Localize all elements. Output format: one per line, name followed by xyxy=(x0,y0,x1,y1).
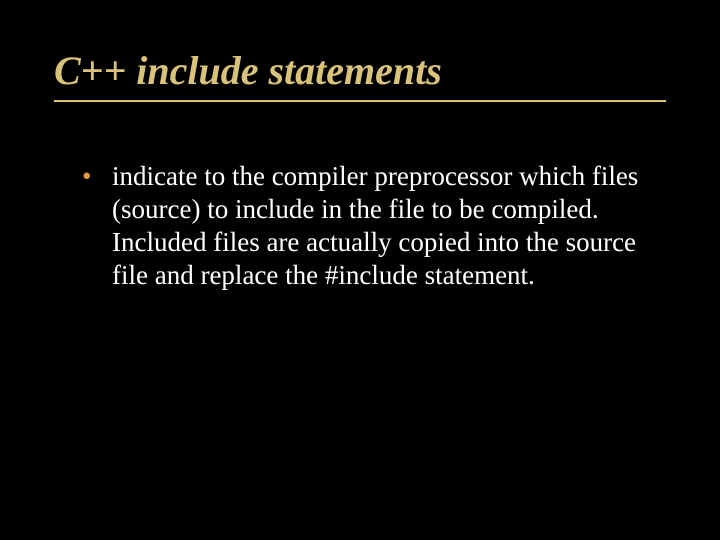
bullet-list: indicate to the compiler preprocessor wh… xyxy=(82,160,666,292)
list-item: indicate to the compiler preprocessor wh… xyxy=(82,160,666,292)
slide-title: C++ include statements xyxy=(54,48,666,94)
slide: C++ include statements indicate to the c… xyxy=(0,0,720,540)
title-underline xyxy=(54,100,666,102)
